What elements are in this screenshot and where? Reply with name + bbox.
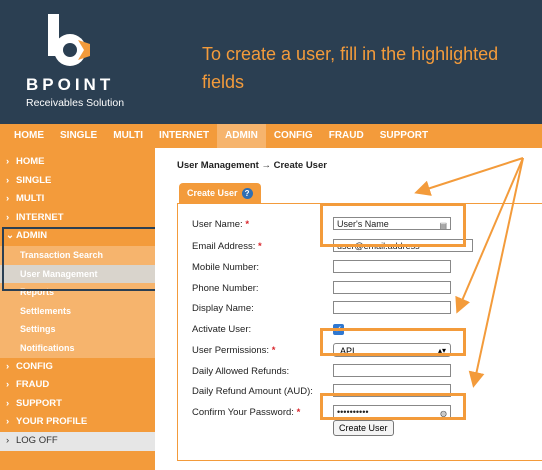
phone-label: Phone Number: xyxy=(192,283,259,294)
sidebar-sub-settlements[interactable]: Settlements xyxy=(0,301,155,321)
sidebar-item-log-off[interactable]: › LOG OFF xyxy=(0,431,155,451)
topnav-single[interactable]: SINGLE xyxy=(52,124,105,148)
sidebar: › HOME › SINGLE › MULTI › INTERNET ⌄ ADMIN Tr… xyxy=(0,148,155,470)
sidebar-item-home[interactable]: › HOME xyxy=(0,153,155,172)
chevron-right-icon: › xyxy=(6,397,10,409)
instruction-headline: To create a user, fill in the highlighte… xyxy=(202,44,499,92)
topnav-internet[interactable]: INTERNET xyxy=(151,124,217,148)
display-name-label: Display Name: xyxy=(192,303,254,314)
highlight-password xyxy=(320,393,466,420)
chevron-right-icon: › xyxy=(6,156,10,167)
email-label: Email Address: * xyxy=(192,241,262,252)
sidebar-item-multi[interactable]: › MULTI xyxy=(0,190,155,209)
chevron-right-icon: › xyxy=(6,416,10,428)
sidebar-item-your-profile[interactable]: › YOUR PROFILE xyxy=(0,413,155,432)
create-user-button[interactable]: Create User xyxy=(333,420,394,436)
mobile-label: Mobile Number: xyxy=(192,262,260,273)
sidebar-item-internet[interactable]: › INTERNET xyxy=(0,209,155,228)
mobile-input[interactable] xyxy=(333,260,451,273)
topnav-multi[interactable]: MULTI xyxy=(105,124,151,148)
chevron-right-icon: › xyxy=(6,174,10,186)
daily-refunds-label: Daily Allowed Refunds: xyxy=(192,366,290,377)
phone-input[interactable] xyxy=(333,281,451,294)
help-icon[interactable]: ? xyxy=(241,188,253,199)
chevron-right-icon: › xyxy=(6,211,10,223)
tab-create-user[interactable]: Create User? xyxy=(179,183,261,203)
sidebar-item-label: SUPPORT xyxy=(16,397,62,409)
page-title: User Management → Create User xyxy=(177,160,327,171)
sidebar-item-label: CONFIG xyxy=(16,360,53,372)
topnav-support[interactable]: SUPPORT xyxy=(372,124,436,148)
chevron-right-icon: › xyxy=(6,360,10,372)
username-label: User Name: * xyxy=(192,219,250,230)
chevron-right-icon: › xyxy=(6,193,10,205)
sidebar-sub-notifications[interactable]: Notifications xyxy=(0,338,155,358)
bpoint-logo-icon xyxy=(48,14,90,66)
activate-label: Activate User: xyxy=(192,324,252,335)
topnav-fraud[interactable]: FRAUD xyxy=(321,124,372,148)
sidebar-sub-settings[interactable]: Settings xyxy=(0,320,155,339)
top-navigation: HOME SINGLE MULTI INTERNET ADMIN CONFIG … xyxy=(0,124,542,148)
highlight-name-email xyxy=(320,203,466,247)
main-content: User Management → Create User Create Use… xyxy=(155,148,542,470)
admin-highlight-box xyxy=(2,227,164,291)
topnav-admin[interactable]: ADMIN xyxy=(217,124,266,148)
daily-refunds-input[interactable] xyxy=(333,364,451,377)
permissions-label: User Permissions: * xyxy=(192,345,276,356)
sidebar-item-config[interactable]: › CONFIG xyxy=(0,358,155,377)
chevron-right-icon: › xyxy=(6,434,10,446)
topnav-config[interactable]: CONFIG xyxy=(266,124,321,148)
tab-label: Create User xyxy=(187,188,238,198)
sidebar-item-label: SINGLE xyxy=(16,174,52,186)
brand-name: BPOINT xyxy=(26,75,115,94)
sidebar-item-fraud[interactable]: › FRAUD xyxy=(0,376,155,395)
sidebar-item-label: FRAUD xyxy=(16,379,50,391)
confirm-password-label: Confirm Your Password: * xyxy=(192,407,301,418)
highlight-permissions xyxy=(320,328,466,356)
brand-subtitle: Receivables Solution xyxy=(26,97,125,109)
sidebar-item-label: YOUR PROFILE xyxy=(16,416,88,428)
sidebar-item-support[interactable]: › SUPPORT xyxy=(0,395,155,414)
sidebar-item-label: LOG OFF xyxy=(16,434,58,446)
sidebar-item-label: HOME xyxy=(16,156,45,167)
display-name-input[interactable] xyxy=(333,301,451,314)
refund-amount-label: Daily Refund Amount (AUD): xyxy=(192,386,313,397)
header-banner: BPOINT Receivables Solution To create a … xyxy=(0,0,542,124)
chevron-right-icon: › xyxy=(6,379,10,391)
topnav-home[interactable]: HOME xyxy=(0,124,52,148)
sidebar-item-label: INTERNET xyxy=(16,211,64,223)
sidebar-item-single[interactable]: › SINGLE xyxy=(0,172,155,191)
sidebar-item-label: MULTI xyxy=(16,193,45,205)
